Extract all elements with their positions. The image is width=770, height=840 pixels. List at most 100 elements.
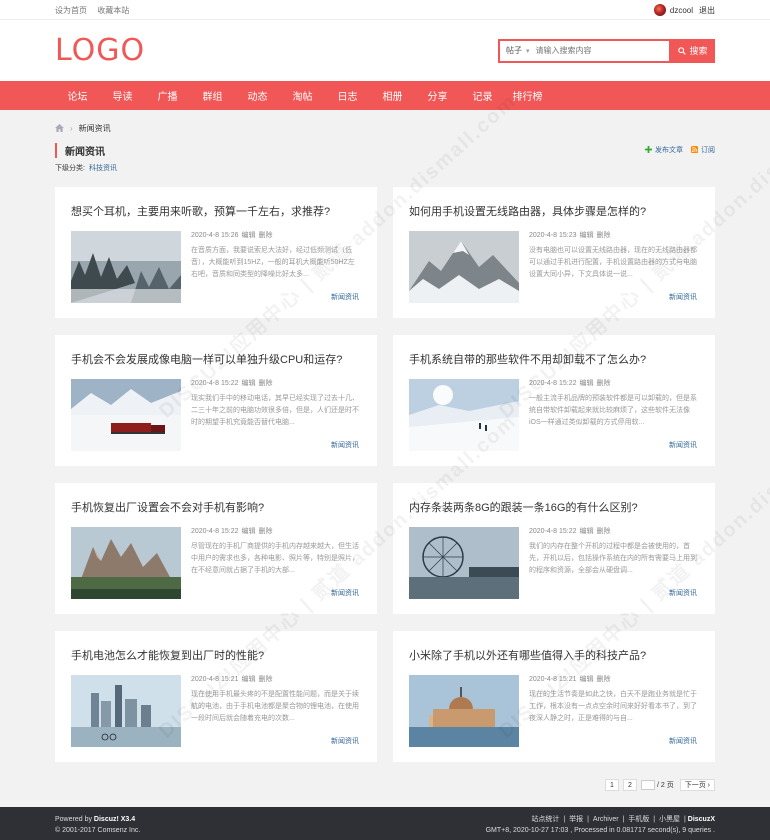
footer-link-report[interactable]: 举报	[569, 816, 583, 823]
footer-link-darkroom[interactable]: 小黑屋	[659, 816, 680, 823]
article-edit-link[interactable]: 编辑	[579, 676, 593, 683]
nav-item-groups[interactable]: 群组	[190, 88, 235, 103]
search-type-select[interactable]: 帖子	[506, 45, 522, 56]
article-excerpt: 现实我们手中的移动电话，其早已经实现了过去十几、二三十年之前的电脑功效很多倍，但…	[191, 395, 359, 426]
footer-brand-link[interactable]: DiscuzX	[688, 816, 715, 823]
username-link[interactable]: dzcool	[670, 6, 693, 15]
article-edit-link[interactable]: 编辑	[241, 380, 255, 387]
chevron-right-icon: ›	[70, 123, 73, 133]
article-edit-link[interactable]: 编辑	[579, 232, 593, 239]
nav-item-broadcast[interactable]: 广播	[145, 88, 190, 103]
search-button-label: 搜索	[689, 46, 708, 56]
article-date: 2020-4-8 15:21	[191, 676, 239, 683]
article-thumbnail[interactable]	[71, 675, 181, 747]
article-delete-link[interactable]: 删除	[258, 380, 272, 387]
set-home-link[interactable]: 设为首页	[55, 6, 87, 15]
search-bar: 帖子 ▾ 请输入搜索内容 搜索	[498, 38, 715, 63]
article-thumbnail[interactable]	[409, 231, 519, 303]
page-jump: / 2 页	[640, 780, 674, 790]
article-excerpt: 我们的内存在整个开机的过程中都是会被使用的，首先，开机以后，包括操作系统在内的所…	[529, 543, 697, 574]
home-icon[interactable]	[55, 124, 64, 132]
article-category-link[interactable]: 新闻资讯	[331, 736, 359, 746]
page-button-2[interactable]: 2	[622, 779, 637, 791]
footer-separator: |	[622, 816, 625, 823]
subscribe-button[interactable]: 订阅	[691, 145, 715, 155]
article-title[interactable]: 如何用手机设置无线路由器，具体步骤是怎样的?	[409, 205, 697, 219]
article-thumbnail[interactable]	[409, 527, 519, 599]
article-category-link[interactable]: 新闻资讯	[669, 440, 697, 450]
avatar[interactable]	[653, 4, 666, 16]
article-thumbnail[interactable]	[71, 379, 181, 451]
article-edit-link[interactable]: 编辑	[579, 380, 593, 387]
article-excerpt: 在音质方面，我要说索尼大法好，经过低频测试（低音），大概能听到15HZ，一般的耳…	[191, 247, 355, 278]
powered-by-label: Powered by	[55, 816, 92, 823]
breadcrumb-current[interactable]: 新闻资讯	[79, 123, 111, 134]
article-delete-link[interactable]: 删除	[596, 380, 610, 387]
article-excerpt: 没有电脑也可以设置无线路由器，现在的无线路由器都可以通过手机进行配置，手机设置路…	[529, 247, 697, 278]
nav-item-feed[interactable]: 动态	[235, 88, 280, 103]
article-thumbnail[interactable]	[71, 527, 181, 599]
subscribe-label: 订阅	[701, 147, 715, 154]
bookmark-link[interactable]: 收藏本站	[97, 6, 129, 15]
nav-item-forum[interactable]: 论坛	[55, 88, 100, 103]
article-card: 手机恢复出厂设置会不会对手机有影响? 2020-4-8 15:22 编辑 删除 尽管现在…	[55, 483, 377, 614]
article-edit-link[interactable]: 编辑	[241, 232, 255, 239]
search-input[interactable]: 帖子 ▾ 请输入搜索内容	[498, 38, 671, 63]
article-title[interactable]: 手机电池怎么才能恢复到出厂时的性能?	[71, 649, 359, 663]
page-button-1[interactable]: 1	[604, 779, 619, 791]
article-title[interactable]: 手机会不会发展成像电脑一样可以单独升级CPU和运存?	[71, 353, 359, 367]
article-card: 如何用手机设置无线路由器，具体步骤是怎样的? 2020-4-8 15:23 编辑 删除…	[393, 187, 715, 318]
nav-item-blog[interactable]: 日志	[325, 88, 370, 103]
article-delete-link[interactable]: 删除	[596, 232, 610, 239]
article-title[interactable]: 内存条装两条8G的跟装一条16G的有什么区别?	[409, 501, 697, 515]
article-delete-link[interactable]: 删除	[596, 528, 610, 535]
article-edit-link[interactable]: 编辑	[241, 528, 255, 535]
post-article-button[interactable]: 发布文章	[645, 145, 683, 155]
article-excerpt: 一般主流手机品牌的预装软件都是可以卸载的，但是系统自带软件卸载起来就比较麻烦了，…	[529, 395, 697, 426]
article-category-link[interactable]: 新闻资讯	[669, 588, 697, 598]
nav-item-ranking[interactable]: 排行榜	[505, 88, 550, 103]
article-delete-link[interactable]: 删除	[596, 676, 610, 683]
search-button[interactable]: 搜索	[671, 38, 715, 63]
footer-link-mobile[interactable]: 手机版	[628, 816, 649, 823]
article-thumbnail[interactable]	[409, 675, 519, 747]
article-title[interactable]: 手机系统自带的那些软件不用却卸载不了怎么办?	[409, 353, 697, 367]
product-link[interactable]: Discuz! X3.4	[94, 816, 135, 823]
subcategory-row: 下级分类: 科技资讯	[55, 163, 715, 173]
footer-separator: |	[587, 816, 589, 823]
article-card: 想买个耳机，主要用来听歌，预算一千左右，求推荐? 2020-4-8 15:26 编辑…	[55, 187, 377, 318]
article-delete-link[interactable]: 删除	[258, 676, 272, 683]
nav-item-share[interactable]: 分享	[415, 88, 460, 103]
article-category-link[interactable]: 新闻资讯	[331, 440, 359, 450]
article-excerpt: 尽管现在的手机厂商提供的手机内存越来越大，但生活中用户的需求也多，各种电影、照片…	[191, 543, 359, 574]
article-date: 2020-4-8 15:22	[191, 380, 239, 387]
nav-item-guide[interactable]: 导读	[100, 88, 145, 103]
chevron-down-icon: ▾	[526, 47, 530, 55]
article-category-link[interactable]: 新闻资讯	[669, 736, 697, 746]
footer-separator: |	[653, 816, 656, 823]
article-title[interactable]: 想买个耳机，主要用来听歌，预算一千左右，求推荐?	[71, 205, 359, 219]
nav-item-album[interactable]: 相册	[370, 88, 415, 103]
footer-link-stats[interactable]: 站点统计	[531, 816, 559, 823]
page-jump-input[interactable]	[640, 780, 655, 790]
breadcrumb: › 新闻资讯	[55, 121, 715, 135]
site-logo[interactable]: LOGO	[55, 33, 145, 68]
article-title[interactable]: 小米除了手机以外还有哪些值得入手的科技产品?	[409, 649, 697, 663]
article-category-link[interactable]: 新闻资讯	[331, 292, 359, 302]
article-delete-link[interactable]: 删除	[258, 528, 272, 535]
article-category-link[interactable]: 新闻资讯	[331, 588, 359, 598]
nav-item-records[interactable]: 记录	[460, 88, 505, 103]
article-thumbnail[interactable]	[71, 231, 181, 303]
next-page-button[interactable]: 下一页 ›	[679, 779, 715, 791]
article-category-link[interactable]: 新闻资讯	[669, 292, 697, 302]
footer-link-archiver[interactable]: Archiver	[593, 816, 619, 823]
article-title[interactable]: 手机恢复出厂设置会不会对手机有影响?	[71, 501, 359, 515]
article-thumbnail[interactable]	[409, 379, 519, 451]
article-edit-link[interactable]: 编辑	[241, 676, 255, 683]
subcategory-link[interactable]: 科技资讯	[89, 165, 117, 172]
article-edit-link[interactable]: 编辑	[579, 528, 593, 535]
article-delete-link[interactable]: 删除	[258, 232, 272, 239]
article-grid: 想买个耳机，主要用来听歌，预算一千左右，求推荐? 2020-4-8 15:26 编辑…	[55, 187, 715, 762]
nav-item-collections[interactable]: 淘帖	[280, 88, 325, 103]
logout-link[interactable]: 退出	[699, 5, 715, 16]
